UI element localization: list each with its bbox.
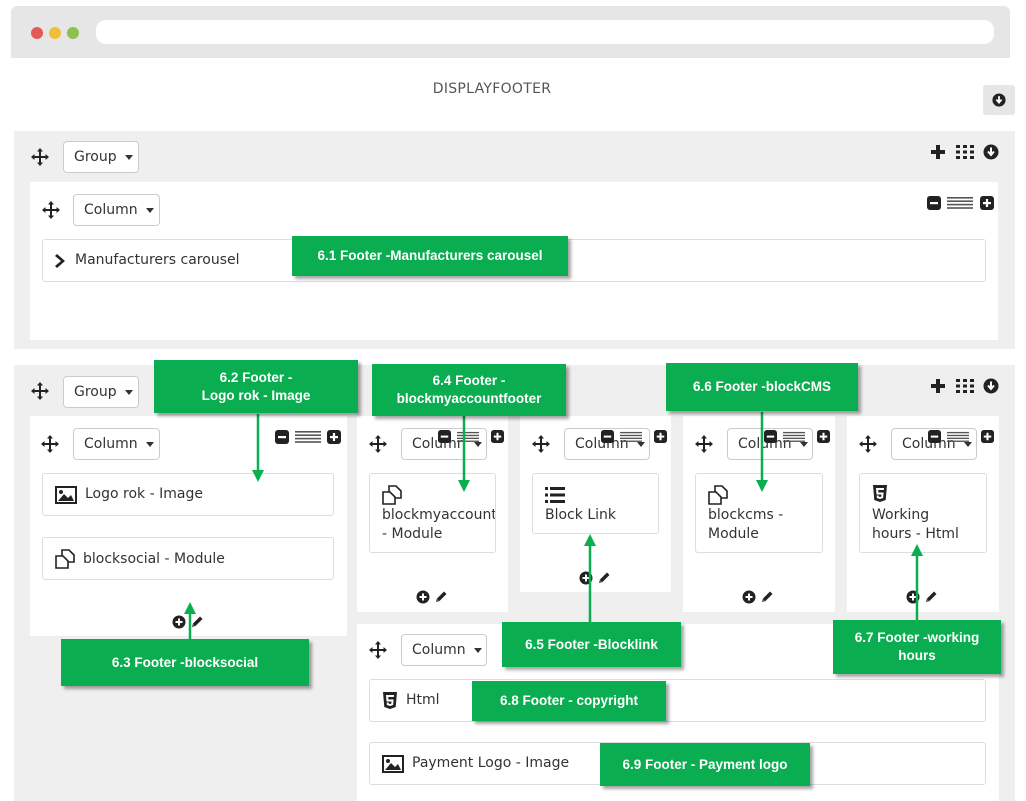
callout-6-1-text: 6.1 Footer -Manufacturers carousel: [317, 248, 543, 263]
callout-6-5-text: 6.5 Footer -Blocklink: [525, 636, 658, 652]
callout-6-7-line1: 6.7 Footer -working: [854, 630, 980, 645]
callout-6-9-text: 6.9 Footer - Payment logo: [622, 756, 788, 772]
callout-6-6: 6.6 Footer -blockCMS: [666, 363, 858, 411]
callout-6-4-line1: 6.4 Footer -: [432, 373, 506, 388]
callout-6-2-line2: Logo rok - Image: [201, 387, 311, 403]
callout-6-7-line2: hours: [898, 648, 936, 663]
callout-6-2-line1: 6.2 Footer -: [219, 369, 293, 385]
callout-6-3: 6.3 Footer -blocksocial: [61, 639, 309, 686]
callout-6-6-text: 6.6 Footer -blockCMS: [692, 379, 832, 394]
callout-6-9: 6.9 Footer - Payment logo: [600, 743, 810, 786]
callout-6-2: 6.2 Footer - Logo rok - Image: [154, 360, 358, 413]
callout-6-8-text: 6.8 Footer - copyright: [499, 693, 638, 708]
callout-6-4-line2: blockmyaccountfooter: [396, 391, 542, 406]
callout-6-3-text: 6.3 Footer -blocksocial: [111, 654, 259, 670]
callout-6-8: 6.8 Footer - copyright: [472, 681, 666, 721]
callout-6-4: 6.4 Footer - blockmyaccountfooter: [372, 364, 566, 416]
callout-6-7: 6.7 Footer -working hours: [833, 620, 1001, 674]
callout-6-1: 6.1 Footer -Manufacturers carousel: [292, 236, 568, 276]
callout-6-5: 6.5 Footer -Blocklink: [502, 622, 681, 667]
